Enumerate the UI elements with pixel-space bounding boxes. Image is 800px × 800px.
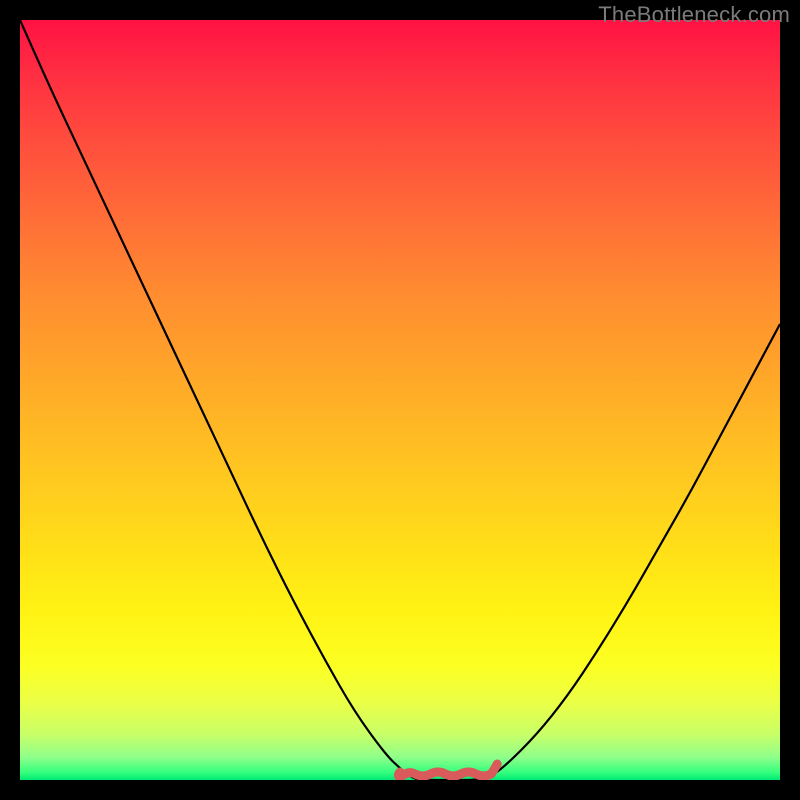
chart-plot-area — [20, 20, 780, 780]
watermark-text: TheBottleneck.com — [598, 2, 790, 28]
bottom-squiggle-path — [399, 764, 498, 778]
bottleneck-curve-path — [20, 20, 780, 780]
chart-svg — [20, 20, 780, 780]
